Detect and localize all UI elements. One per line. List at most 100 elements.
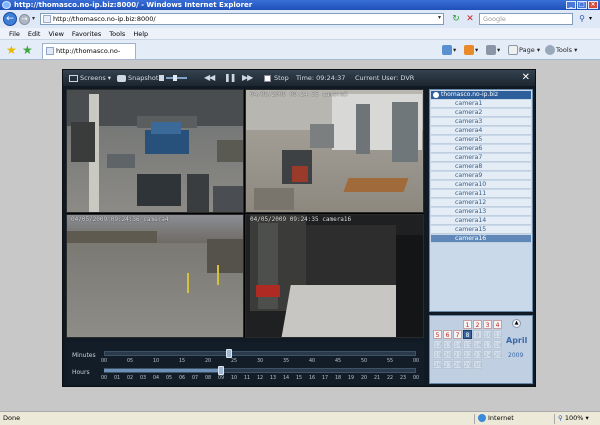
calendar-day[interactable]: 24 xyxy=(483,350,492,359)
calendar-day[interactable]: 13 xyxy=(443,340,452,349)
favorites-star-icon[interactable]: ★ xyxy=(6,43,17,57)
calendar-day[interactable]: 1 xyxy=(463,320,472,329)
volume-slider[interactable] xyxy=(159,75,187,81)
globe-icon xyxy=(478,414,486,422)
calendar-day[interactable]: 17 xyxy=(483,340,492,349)
menu-tools[interactable]: Tools xyxy=(109,28,125,39)
feed-bottom-left[interactable]: 04/05/2009 09:24:36 camera4 xyxy=(66,214,244,338)
camera-list-root[interactable]: thomasco.no-ip.biz xyxy=(431,91,531,99)
calendar-day[interactable]: 25 xyxy=(493,350,502,359)
calendar-day[interactable]: 29 xyxy=(463,360,472,369)
menu-favorites[interactable]: Favorites xyxy=(72,28,101,39)
menu-view[interactable]: View xyxy=(48,28,63,39)
feeds-button[interactable]: ▾ xyxy=(464,44,478,56)
camera-list-item[interactable]: camera11 xyxy=(431,190,531,198)
browser-tab[interactable]: http://thomasco.no-ip.biz:8000/ xyxy=(42,43,136,69)
stop-toggle[interactable]: Stop xyxy=(264,70,289,86)
hours-slider-knob[interactable] xyxy=(218,366,224,375)
calendar-day[interactable]: 5 xyxy=(433,330,442,339)
calendar-nav-icon[interactable]: ▲ xyxy=(512,319,521,328)
minimize-button[interactable]: _ xyxy=(566,1,576,9)
calendar-day[interactable]: 22 xyxy=(463,350,472,359)
address-field[interactable]: http://thomasco.no-ip.biz:8000/ xyxy=(40,13,444,25)
calendar-day[interactable]: 26 xyxy=(433,360,442,369)
calendar-day[interactable]: 16 xyxy=(473,340,482,349)
add-favorite-icon[interactable]: ★ xyxy=(22,43,33,57)
minutes-slider-knob[interactable] xyxy=(225,349,232,358)
close-window-button[interactable]: × xyxy=(588,1,598,9)
calendar-day[interactable]: 23 xyxy=(473,350,482,359)
pause-button[interactable]: ❚❚ xyxy=(224,70,236,86)
calendar-day[interactable]: 2 xyxy=(473,320,482,329)
feed-top-right[interactable]: 04/05/2009 09:24:35 camera3 xyxy=(245,89,424,213)
forward-button[interactable]: → xyxy=(19,14,30,25)
camera-list-item[interactable]: camera15 xyxy=(431,226,531,234)
camera-list-item[interactable]: camera16 xyxy=(431,235,531,243)
minutes-slider[interactable] xyxy=(104,351,416,356)
camera-list-item[interactable]: camera12 xyxy=(431,199,531,207)
calendar-day[interactable]: 19 xyxy=(433,350,442,359)
zoom-control[interactable]: ⚲ 100% ▾ xyxy=(558,412,589,425)
camera-list-item[interactable]: camera7 xyxy=(431,154,531,162)
calendar-day[interactable]: 30 xyxy=(473,360,482,369)
fast-forward-button[interactable]: ▶▶ xyxy=(242,70,253,86)
menu-file[interactable]: File xyxy=(9,28,20,39)
tools-menu-button[interactable]: Tools ▾ xyxy=(545,44,577,56)
calendar-day[interactable]: 6 xyxy=(443,330,452,339)
security-zone[interactable]: Internet xyxy=(478,412,514,425)
camera-list-item[interactable]: camera1 xyxy=(431,100,531,108)
back-button[interactable]: ← xyxy=(3,12,17,26)
stop-loading-button[interactable]: ✕ xyxy=(464,13,476,25)
calendar-day[interactable]: 18 xyxy=(493,340,502,349)
calendar-day[interactable]: 27 xyxy=(443,360,452,369)
calendar-day[interactable]: 12 xyxy=(433,340,442,349)
recent-pages-dropdown[interactable]: ▾ xyxy=(32,15,35,22)
refresh-button[interactable]: ↻ xyxy=(450,13,462,25)
menu-edit[interactable]: Edit xyxy=(28,28,41,39)
camera-list-item[interactable]: camera9 xyxy=(431,172,531,180)
calendar-day[interactable]: 9 xyxy=(473,330,482,339)
home-button[interactable]: ▾ xyxy=(442,44,456,56)
calendar-day[interactable]: 20 xyxy=(443,350,452,359)
camera-list-item[interactable]: camera3 xyxy=(431,118,531,126)
feed-top-left[interactable] xyxy=(66,89,244,213)
camera-list-item[interactable]: camera5 xyxy=(431,136,531,144)
camera-list-item[interactable]: camera13 xyxy=(431,208,531,216)
calendar-day[interactable]: 21 xyxy=(453,350,462,359)
maximize-button[interactable]: □ xyxy=(577,1,587,9)
calendar-day[interactable]: 3 xyxy=(483,320,492,329)
collapse-icon[interactable] xyxy=(433,92,439,98)
page-menu-button[interactable]: Page ▾ xyxy=(508,44,540,56)
camera-list-item[interactable]: camera10 xyxy=(431,181,531,189)
camera-list-item[interactable]: camera6 xyxy=(431,145,531,153)
search-options-dropdown[interactable]: ▾ xyxy=(589,15,592,22)
calendar-day[interactable]: 28 xyxy=(453,360,462,369)
close-icon[interactable]: ✕ xyxy=(522,70,530,86)
rewind-button[interactable]: ◀◀ xyxy=(204,70,215,86)
camera-list-item[interactable]: camera4 xyxy=(431,127,531,135)
calendar-day[interactable]: 8 xyxy=(463,330,472,339)
stop-checkbox[interactable] xyxy=(264,74,271,82)
calendar-day[interactable]: 15 xyxy=(463,340,472,349)
snapshot-button[interactable]: Snapshot xyxy=(117,70,158,86)
calendar-day[interactable]: 7 xyxy=(453,330,462,339)
camera-list-item[interactable]: camera14 xyxy=(431,217,531,225)
search-icon[interactable]: ⚲ xyxy=(576,13,588,25)
print-button[interactable]: ▾ xyxy=(486,44,500,56)
calendar-day[interactable]: 11 xyxy=(493,330,502,339)
search-input[interactable]: Google xyxy=(479,13,573,25)
calendar-day[interactable]: 10 xyxy=(483,330,492,339)
zoom-icon: ⚲ xyxy=(558,414,563,422)
feed-bottom-right[interactable]: 04/05/2009 09:24:35 camera16 xyxy=(245,214,424,338)
camera-list-item[interactable]: camera2 xyxy=(431,109,531,117)
timeline-tick-label: 12 xyxy=(256,376,264,381)
feed-bottom-right-label: 04/05/2009 09:24:35 camera16 xyxy=(250,216,352,223)
volume-knob[interactable] xyxy=(173,75,177,81)
page-menu-label: Page xyxy=(519,46,535,54)
camera-list-item[interactable]: camera8 xyxy=(431,163,531,171)
menu-help[interactable]: Help xyxy=(133,28,148,39)
screens-button[interactable]: Screens ▾ xyxy=(69,70,111,86)
calendar-day[interactable]: 14 xyxy=(453,340,462,349)
calendar-day[interactable]: 4 xyxy=(493,320,502,329)
address-dropdown[interactable]: ▾ xyxy=(438,14,446,24)
